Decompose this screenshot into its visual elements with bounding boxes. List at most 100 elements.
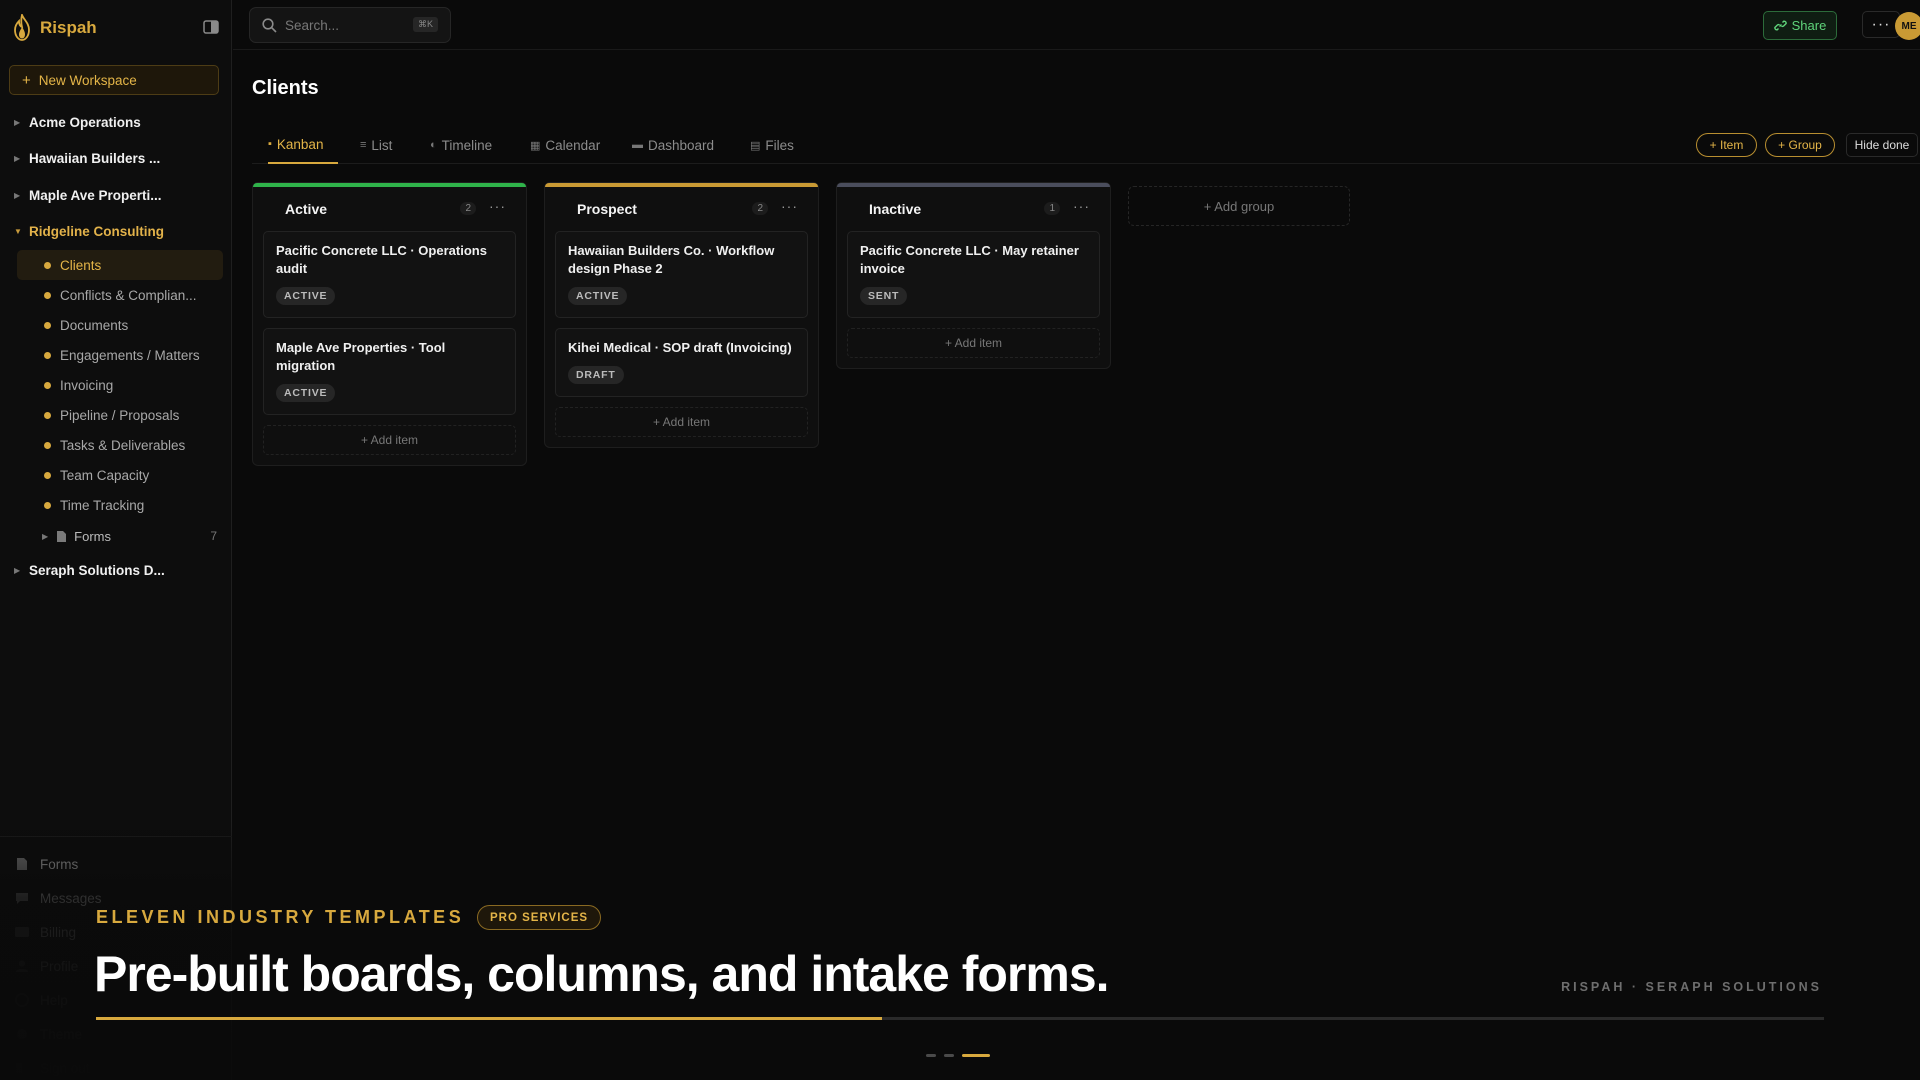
kanban-card[interactable]: Maple Ave Properties · Tool migration AC… xyxy=(263,328,516,415)
column-menu-button[interactable]: ··· xyxy=(1073,198,1090,214)
sidebar-item-engagements-matters[interactable]: Engagements / Matters xyxy=(17,340,223,370)
status-badge: ACTIVE xyxy=(276,384,336,402)
slide-dot[interactable] xyxy=(926,1054,936,1057)
new-workspace-label: New Workspace xyxy=(38,72,137,88)
workspace-maple-ave[interactable]: ▶ Maple Ave Properti... xyxy=(0,177,232,214)
nav-sign-out[interactable]: Sign out xyxy=(0,1051,232,1080)
workspace-ridgeline-consulting[interactable]: ▼ Ridgeline Consulting xyxy=(0,214,232,251)
column-add-item-button[interactable]: + Add item xyxy=(555,407,808,437)
tab-list[interactable]: ≡ List xyxy=(360,128,392,164)
sidebar-item-documents[interactable]: Documents xyxy=(17,310,223,340)
add-item-button[interactable]: + Item xyxy=(1696,133,1757,157)
column-title: Inactive xyxy=(869,201,922,217)
workspace-acme-operations[interactable]: ▶ Acme Operations xyxy=(0,104,232,141)
board-dot-icon xyxy=(44,442,51,449)
share-button[interactable]: Share xyxy=(1763,11,1837,40)
tab-timeline[interactable]: ◐ Timeline xyxy=(430,128,492,164)
sidebar-item-label: Team Capacity xyxy=(60,467,150,483)
kanban-card[interactable]: Kihei Medical · SOP draft (Invoicing) DR… xyxy=(555,328,808,397)
nav-label: Billing xyxy=(40,924,77,940)
workspace-label: Ridgeline Consulting xyxy=(29,224,164,240)
forms-folder-count: 7 xyxy=(210,529,217,543)
workspace-hawaiian-builders[interactable]: ▶ Hawaiian Builders ... xyxy=(0,141,232,178)
hide-done-button[interactable]: Hide done xyxy=(1846,133,1918,157)
workspace-list: ▶ Acme Operations ▶ Hawaiian Builders ..… xyxy=(0,104,232,589)
nav-theme[interactable]: Theme xyxy=(0,1017,232,1051)
slide-progress-fill xyxy=(96,1017,883,1020)
overlay-headline: Pre-built boards, columns, and intake fo… xyxy=(94,946,1110,1002)
column-count: 1 xyxy=(1044,202,1060,215)
slide-dot[interactable] xyxy=(962,1054,990,1057)
board-dot-icon xyxy=(44,502,51,509)
brand[interactable]: Rispah xyxy=(10,14,222,42)
chevron-right-icon: ▶ xyxy=(14,565,21,575)
forms-folder-label: Forms xyxy=(74,528,111,544)
flame-logo-icon xyxy=(14,14,30,41)
nav-label: Sign out xyxy=(40,1060,90,1076)
nav-label: Help xyxy=(40,992,68,1008)
document-icon xyxy=(17,858,27,870)
column-title: Prospect xyxy=(577,201,637,217)
kanban-card[interactable]: Pacific Concrete LLC · May retainer invo… xyxy=(847,231,1100,318)
workspace-label: Seraph Solutions D... xyxy=(29,562,165,578)
search-icon xyxy=(262,17,277,33)
search-input[interactable] xyxy=(285,17,415,33)
link-icon xyxy=(1773,20,1787,31)
kanban-column-active: Active 2 ··· Pacific Concrete LLC · Oper… xyxy=(252,182,527,466)
sidebar-toggle-button[interactable] xyxy=(202,19,220,35)
status-badge: ACTIVE xyxy=(276,287,336,305)
kanban-column-inactive: Inactive 1 ··· Pacific Concrete LLC · Ma… xyxy=(836,182,1111,369)
column-header[interactable]: Active 2 ··· xyxy=(253,187,526,231)
tab-files[interactable]: ▤ Files xyxy=(750,128,794,164)
kanban-card[interactable]: Hawaiian Builders Co. · Workflow design … xyxy=(555,231,808,318)
sidebar-item-team-capacity[interactable]: Team Capacity xyxy=(17,460,223,490)
sidebar-item-conflicts-compliance[interactable]: Conflicts & Complian... xyxy=(17,280,223,310)
sidebar-item-invoicing[interactable]: Invoicing xyxy=(17,370,223,400)
sign-out-icon xyxy=(16,1063,22,1073)
sidebar-item-time-tracking[interactable]: Time Tracking xyxy=(17,490,223,520)
column-header[interactable]: Prospect 2 ··· xyxy=(545,187,818,231)
sidebar-item-pipeline-proposals[interactable]: Pipeline / Proposals xyxy=(17,400,223,430)
card-title: Hawaiian Builders Co. · Workflow design … xyxy=(568,243,775,276)
column-add-item-button[interactable]: + Add item xyxy=(847,328,1100,358)
board-dot-icon xyxy=(44,262,51,269)
column-title: Active xyxy=(285,201,328,217)
column-add-item-button[interactable]: + Add item xyxy=(263,425,516,455)
sidebar-item-label: Invoicing xyxy=(60,377,114,393)
sidebar-item-tasks-deliverables[interactable]: Tasks & Deliverables xyxy=(17,430,223,460)
sidebar-forms-folder[interactable]: ▶ Forms 7 xyxy=(0,520,232,552)
new-workspace-button[interactable]: + New Workspace xyxy=(9,65,219,95)
card-title: Maple Ave Properties · Tool migration xyxy=(276,340,446,373)
status-badge: ACTIVE xyxy=(568,287,628,305)
nav-label: Theme xyxy=(40,1026,83,1042)
tab-dashboard[interactable]: ▬ Dashboard xyxy=(632,128,714,164)
workspace-label: Maple Ave Properti... xyxy=(29,187,162,203)
chat-icon xyxy=(16,893,28,904)
workspace-seraph-solutions[interactable]: ▶ Seraph Solutions D... xyxy=(0,552,232,589)
column-header[interactable]: Inactive 1 ··· xyxy=(837,187,1110,231)
nav-forms[interactable]: Forms xyxy=(0,847,232,881)
view-tabs: ▪ Kanban ≡ List ◐ Timeline ▦ Calendar ▬ … xyxy=(252,128,1920,164)
dashboard-icon: ▬ xyxy=(632,139,643,151)
add-group-button[interactable]: + Group xyxy=(1765,133,1835,157)
top-bar: ⌘K Share ··· ME xyxy=(233,0,1920,50)
status-badge: SENT xyxy=(860,287,908,305)
column-count: 2 xyxy=(752,202,768,215)
share-label: Share xyxy=(1791,18,1827,33)
add-group-placeholder[interactable]: + Add group xyxy=(1128,186,1350,226)
overlay-credit: RISPAH · SERAPH SOLUTIONS xyxy=(1561,980,1822,994)
kanban-card[interactable]: Pacific Concrete LLC · Operations audit … xyxy=(263,231,516,318)
chevron-right-icon: ▶ xyxy=(14,190,21,200)
tab-calendar[interactable]: ▦ Calendar xyxy=(530,128,600,164)
search-box[interactable]: ⌘K xyxy=(249,7,451,43)
slide-dot[interactable] xyxy=(944,1054,954,1057)
workspace-board-list: Clients Conflicts & Complian... Document… xyxy=(0,250,232,520)
column-menu-button[interactable]: ··· xyxy=(489,198,506,214)
column-menu-button[interactable]: ··· xyxy=(781,198,798,214)
tab-kanban[interactable]: ▪ Kanban xyxy=(268,128,338,164)
sidebar-item-clients[interactable]: Clients xyxy=(17,250,223,280)
board-dot-icon xyxy=(44,322,51,329)
avatar[interactable]: ME xyxy=(1895,12,1920,40)
overlay-eyebrow: ELEVEN INDUSTRY TEMPLATES xyxy=(96,907,465,927)
kanban-icon: ▪ xyxy=(268,138,272,150)
